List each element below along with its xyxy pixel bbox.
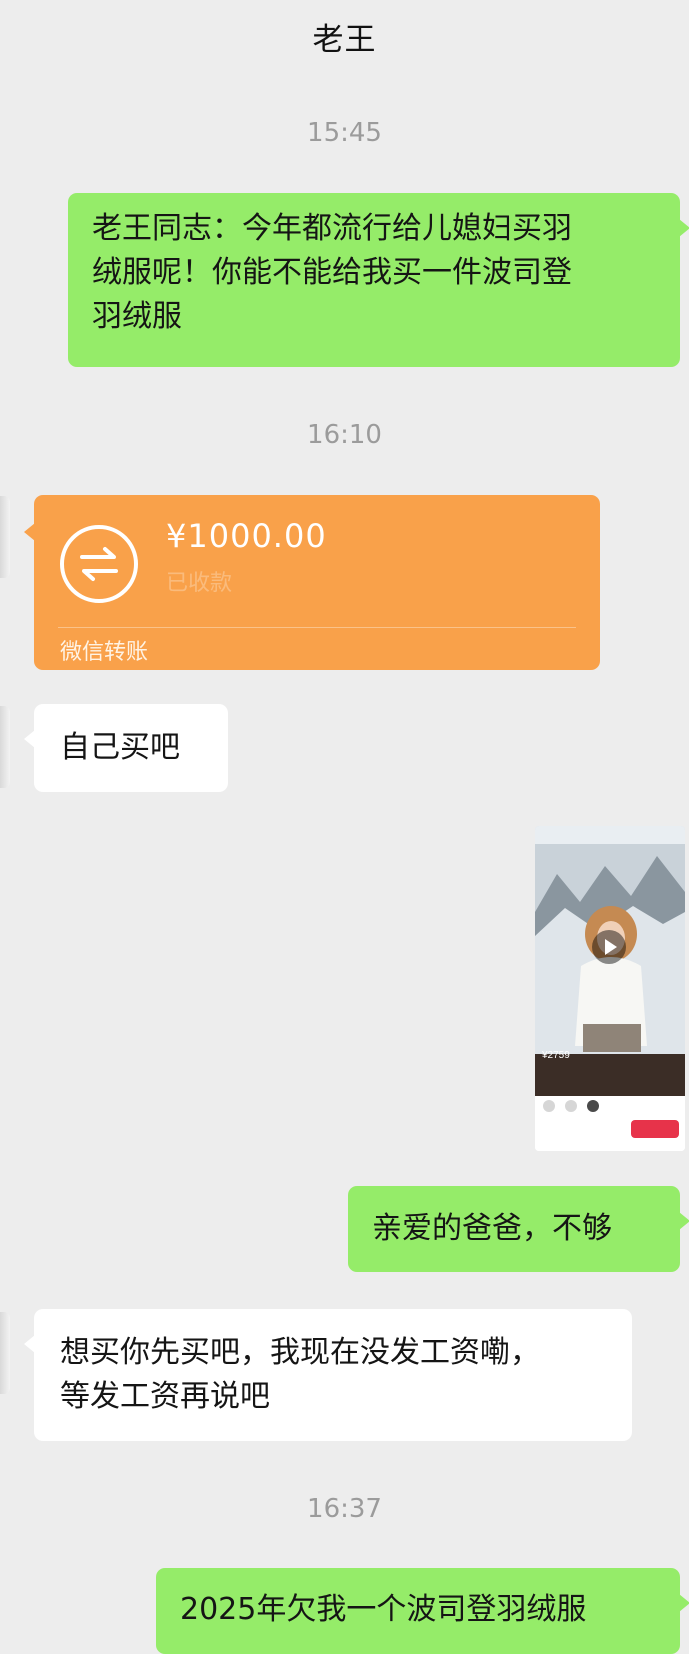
transfer-status: 已收款: [166, 571, 233, 596]
message-bubble-sent[interactable]: 2025年欠我一个波司登羽绒服: [156, 1568, 689, 1654]
message-line: 自己买吧: [60, 730, 180, 765]
timestamp: 15:45: [307, 118, 382, 148]
video-thumbnail[interactable]: [535, 826, 685, 1151]
message-line: 绒服呢！你能不能给我买一件波司登: [92, 255, 572, 290]
play-icon[interactable]: [592, 930, 626, 964]
transfer-amount: ¥1000.00: [166, 517, 327, 555]
message-line: 老王同志：今年都流行给儿媳妇买羽: [92, 211, 572, 246]
message-line: 2025年欠我一个波司登羽绒服: [180, 1592, 587, 1627]
contact-avatar[interactable]: [0, 706, 10, 788]
transfer-arrows-icon: [60, 525, 138, 603]
divider: [58, 627, 576, 628]
product-video-preview: [535, 826, 685, 1151]
message-bubble-sent[interactable]: 亲爱的爸爸，不够: [348, 1186, 689, 1272]
message-line: 想买你先买吧，我现在没发工资嘞，: [60, 1335, 540, 1370]
message-line: 等发工资再说吧: [60, 1379, 270, 1414]
wechat-transfer-card[interactable]: ¥1000.00 已收款 微信转账: [24, 495, 600, 670]
timestamp: 16:37: [307, 1494, 382, 1524]
chat-title: 老王: [312, 22, 377, 58]
transfer-label: 微信转账: [60, 640, 149, 665]
message-bubble-received[interactable]: 自己买吧: [24, 704, 228, 792]
contact-avatar[interactable]: [0, 496, 10, 578]
message-line: 羽绒服: [92, 299, 182, 334]
message-line: 亲爱的爸爸，不够: [372, 1211, 612, 1246]
chat-header: 老王: [0, 0, 689, 72]
product-price: ¥2759: [542, 1050, 570, 1061]
timestamp: 16:10: [307, 420, 382, 450]
message-bubble-received[interactable]: 想买你先买吧，我现在没发工资嘞， 等发工资再说吧: [24, 1309, 632, 1441]
contact-avatar[interactable]: [0, 1312, 10, 1394]
message-bubble-sent[interactable]: 老王同志：今年都流行给儿媳妇买羽 绒服呢！你能不能给我买一件波司登 羽绒服: [68, 193, 689, 367]
